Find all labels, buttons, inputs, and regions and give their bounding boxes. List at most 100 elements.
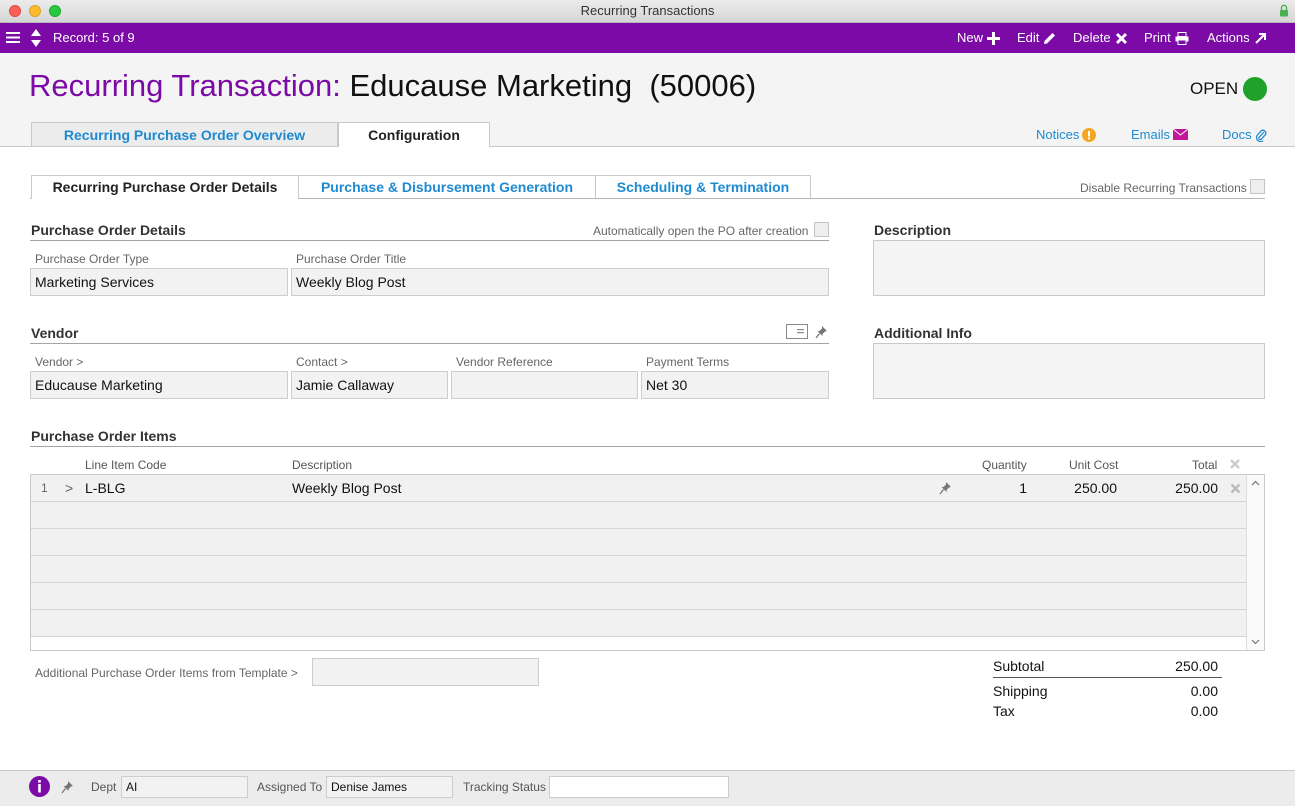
subtotal-label: Subtotal	[993, 658, 1045, 674]
lock-icon	[1280, 4, 1288, 17]
title-prefix: Recurring Transaction:	[29, 68, 341, 103]
table-row[interactable]	[31, 583, 1248, 610]
emails-link[interactable]: Emails	[1131, 127, 1189, 142]
record-counter: Record: 5 of 9	[53, 30, 135, 45]
tab-label: Configuration	[368, 127, 460, 143]
subtab-scheduling-termination[interactable]: Scheduling & Termination	[595, 175, 811, 199]
auto-open-checkbox[interactable]	[814, 222, 829, 237]
shipping-label: Shipping	[993, 683, 1048, 699]
zoom-window-button[interactable]	[49, 5, 61, 17]
section-divider	[30, 240, 829, 241]
subtab-label: Purchase & Disbursement Generation	[320, 179, 574, 195]
line-item-total: 250.00	[1175, 480, 1218, 496]
additional-info-textarea[interactable]	[873, 343, 1265, 399]
section-divider	[30, 446, 1265, 447]
emails-label: Emails	[1131, 127, 1171, 142]
description-heading: Description	[874, 222, 952, 238]
dept-field[interactable]: AI	[121, 776, 248, 798]
table-row[interactable]	[31, 610, 1248, 637]
actions-button[interactable]: Actions	[1207, 23, 1267, 53]
row-number: 1	[41, 481, 48, 495]
printer-icon	[1175, 31, 1189, 45]
paperclip-icon	[1255, 129, 1267, 142]
row-expand-icon[interactable]: >	[65, 475, 73, 502]
po-details-heading: Purchase Order Details	[31, 222, 186, 238]
pencil-icon	[1044, 32, 1056, 44]
subtab-label: Recurring Purchase Order Details	[52, 179, 278, 195]
subtab-purchase-disbursement[interactable]: Purchase & Disbursement Generation	[298, 175, 596, 199]
clear-all-icon[interactable]	[1229, 458, 1241, 470]
info-icon[interactable]	[29, 776, 50, 797]
close-window-button[interactable]	[9, 5, 21, 17]
table-row[interactable]	[31, 556, 1248, 583]
vendor-label[interactable]: Vendor >	[35, 355, 83, 369]
delete-row-icon[interactable]	[1230, 483, 1241, 494]
x-icon	[1115, 32, 1127, 44]
line-item-unit-cost[interactable]: 250.00	[1037, 475, 1117, 502]
notices-link[interactable]: Notices	[1036, 127, 1097, 142]
record-id: (50006)	[649, 68, 757, 103]
col-header-quantity: Quantity	[982, 458, 1027, 472]
plus-icon	[987, 31, 1001, 45]
scroll-down-icon[interactable]	[1251, 639, 1260, 645]
table-row[interactable]	[31, 529, 1248, 556]
line-item-description[interactable]: Weekly Blog Post	[292, 475, 401, 502]
edit-button[interactable]: Edit	[1017, 23, 1056, 53]
po-type-label: Purchase Order Type	[35, 252, 149, 266]
window-titlebar: Recurring Transactions	[0, 0, 1295, 23]
disable-recurring-label: Disable Recurring Transactions	[1080, 181, 1247, 195]
po-title-label: Purchase Order Title	[296, 252, 407, 266]
col-header-unit-cost: Unit Cost	[1069, 458, 1119, 472]
tab-configuration[interactable]: Configuration	[338, 122, 490, 147]
shipping-value: 0.00	[1190, 683, 1218, 699]
tax-label: Tax	[993, 703, 1015, 719]
scroll-up-icon[interactable]	[1251, 480, 1260, 486]
assigned-to-field[interactable]: Denise James	[326, 776, 453, 798]
vendor-field[interactable]: Educause Marketing	[30, 371, 288, 399]
disable-recurring-checkbox[interactable]	[1250, 179, 1265, 194]
window-title: Recurring Transactions	[580, 3, 715, 18]
print-button[interactable]: Print	[1144, 23, 1189, 53]
template-items-label[interactable]: Additional Purchase Order Items from Tem…	[35, 666, 298, 680]
pin-icon[interactable]	[61, 780, 74, 794]
tracking-status-field[interactable]	[549, 776, 729, 798]
table-row[interactable]: 1 > L-BLG Weekly Blog Post 1 250.00 250.…	[31, 475, 1248, 502]
po-type-field[interactable]: Marketing Services	[30, 268, 288, 296]
warning-icon	[1082, 127, 1097, 142]
arrows-expand-icon	[1254, 32, 1266, 44]
po-title-field[interactable]: Weekly Blog Post	[291, 268, 829, 296]
edit-label: Edit	[1017, 30, 1040, 45]
tab-recurring-po-overview[interactable]: Recurring Purchase Order Overview	[31, 122, 338, 146]
new-button[interactable]: New	[957, 23, 1001, 53]
subtab-po-details[interactable]: Recurring Purchase Order Details	[31, 175, 299, 199]
line-item-quantity[interactable]: 1	[971, 475, 1027, 502]
line-item-code[interactable]: L-BLG	[85, 475, 125, 502]
pin-icon[interactable]	[939, 481, 952, 495]
delete-button[interactable]: Delete	[1073, 23, 1128, 53]
vendor-reference-label: Vendor Reference	[456, 355, 553, 369]
col-header-total: Total	[1192, 458, 1218, 472]
tracking-status-label: Tracking Status	[463, 780, 546, 794]
pin-icon[interactable]	[815, 325, 828, 339]
docs-label: Docs	[1222, 127, 1252, 142]
assigned-to-label: Assigned To	[257, 780, 323, 794]
table-row[interactable]	[31, 502, 1248, 529]
tax-value: 0.00	[1190, 703, 1218, 719]
notices-label: Notices	[1036, 127, 1080, 142]
col-header-code: Line Item Code	[85, 458, 167, 472]
envelope-icon	[1173, 129, 1189, 140]
record-navigator-icon[interactable]	[30, 28, 42, 48]
items-scrollbar[interactable]	[1246, 475, 1264, 650]
contact-field[interactable]: Jamie Callaway	[291, 371, 448, 399]
payment-terms-field[interactable]: Net 30	[641, 371, 829, 399]
description-textarea[interactable]	[873, 240, 1265, 296]
new-label: New	[957, 30, 984, 45]
vendor-reference-field[interactable]	[451, 371, 638, 399]
items-table: 1 > L-BLG Weekly Blog Post 1 250.00 250.…	[30, 474, 1265, 651]
contact-label[interactable]: Contact >	[296, 355, 348, 369]
template-items-field[interactable]	[312, 658, 539, 686]
minimize-window-button[interactable]	[29, 5, 41, 17]
menu-icon[interactable]	[6, 31, 20, 44]
docs-link[interactable]: Docs	[1222, 127, 1267, 142]
address-card-icon[interactable]	[786, 324, 808, 339]
